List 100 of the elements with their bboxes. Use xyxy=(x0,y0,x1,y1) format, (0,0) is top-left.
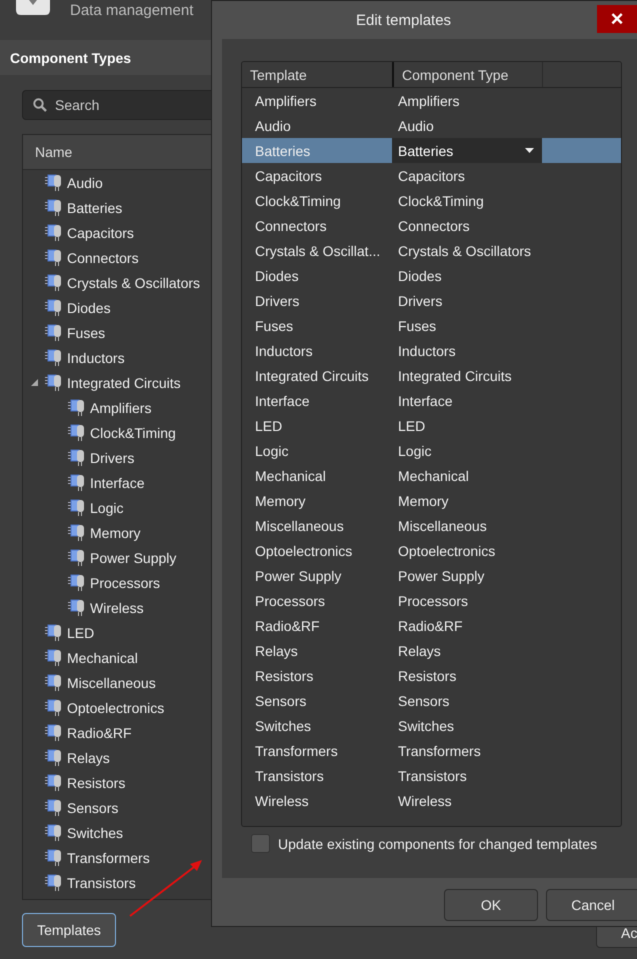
table-row[interactable]: Processors Processors xyxy=(242,588,621,613)
close-button[interactable]: × xyxy=(597,5,637,33)
template-cell-text: Logic xyxy=(254,442,290,461)
tree-item[interactable]: Optoelectronics xyxy=(67,700,164,716)
tree-item[interactable]: Interface xyxy=(90,474,144,490)
template-cell-text: Optoelectronics xyxy=(254,542,354,561)
template-cell-text: Interface xyxy=(254,392,310,410)
component-icon xyxy=(45,224,63,242)
template-cell-text: Processors xyxy=(254,592,326,610)
app-icon xyxy=(16,0,50,16)
component-icon xyxy=(45,674,63,692)
table-row[interactable]: Sensors Sensors xyxy=(242,688,621,713)
collapse-icon[interactable] xyxy=(31,379,38,386)
table-row[interactable]: Clock&Timing Clock&Timing xyxy=(242,188,621,213)
template-cell-text: Switches xyxy=(254,716,312,736)
template-cell-text: Radio&RF xyxy=(254,616,321,636)
table-row[interactable]: Batteries Batteries xyxy=(242,138,621,163)
template-cell-text: Transistors xyxy=(254,766,325,786)
component-icon xyxy=(45,748,63,766)
tree-item[interactable]: Switches xyxy=(67,824,124,840)
tree-item[interactable]: Integrated Circuits xyxy=(67,374,181,390)
table-row[interactable]: Inductors Inductors xyxy=(242,338,621,363)
component-icon xyxy=(45,174,63,192)
tree-item[interactable]: Transistors xyxy=(67,874,136,890)
tree-item[interactable]: Capacitors xyxy=(67,224,134,240)
templates-button[interactable]: Templates xyxy=(22,913,116,947)
tree-item[interactable]: Radio&RF xyxy=(67,724,132,740)
tree-item[interactable]: Drivers xyxy=(90,450,134,466)
tree-item[interactable]: Audio xyxy=(67,174,103,190)
type-cell-text: Drivers xyxy=(397,292,444,310)
tree-item[interactable]: Inductors xyxy=(67,350,125,366)
tree-item[interactable]: Crystals & Oscillators xyxy=(67,274,200,290)
table-row[interactable]: Audio Audio xyxy=(242,113,621,138)
table-row[interactable]: Relays Relays xyxy=(242,638,621,663)
template-cell-text: Miscellaneous xyxy=(254,516,345,536)
table-row[interactable]: Memory Memory xyxy=(242,488,621,513)
tree-item[interactable]: Batteries xyxy=(67,200,122,216)
tree-item[interactable]: Transformers xyxy=(67,850,150,866)
table-row[interactable]: Logic Logic xyxy=(242,438,621,463)
type-cell-text: Crystals & Oscillators xyxy=(397,242,532,261)
table-row[interactable]: Optoelectronics Optoelectronics xyxy=(242,538,621,563)
tree-item[interactable]: Diodes xyxy=(67,300,111,316)
tree-item[interactable]: Mechanical xyxy=(67,650,138,666)
table-row[interactable]: Power Supply Power Supply xyxy=(242,563,621,588)
type-cell-text: Integrated Circuits xyxy=(397,366,513,386)
type-cell-text: Logic xyxy=(397,442,432,461)
table-row[interactable]: Fuses Fuses xyxy=(242,313,621,338)
table-row[interactable]: Transformers Transformers xyxy=(242,738,621,763)
component-icon xyxy=(45,324,63,342)
table-row[interactable]: Transistors Transistors xyxy=(242,763,621,788)
tree-item[interactable]: Logic xyxy=(90,500,124,516)
tree-item[interactable]: Memory xyxy=(90,524,141,540)
table-row[interactable]: Interface Interface xyxy=(242,388,621,413)
template-cell-text: Relays xyxy=(254,642,299,661)
type-cell-text: Miscellaneous xyxy=(397,516,488,536)
table-row[interactable]: Switches Switches xyxy=(242,713,621,738)
type-cell-text: Inductors xyxy=(397,342,457,360)
template-cell-text: Power Supply xyxy=(254,566,342,586)
template-cell-text: Fuses xyxy=(254,316,294,336)
tree-item[interactable]: Processors xyxy=(90,574,160,590)
tree-item[interactable]: Wireless xyxy=(90,600,144,616)
dialog-button[interactable]: OK xyxy=(444,889,538,921)
table-row[interactable]: Connectors Connectors xyxy=(242,213,621,238)
table-row[interactable]: Drivers Drivers xyxy=(242,288,621,313)
type-cell-text: Transistors xyxy=(397,766,468,786)
column-header[interactable]: Name xyxy=(35,144,72,160)
tree-item[interactable]: Relays xyxy=(67,750,110,766)
tree-item[interactable]: Connectors xyxy=(67,250,139,266)
component-icon xyxy=(45,848,63,866)
table-row[interactable]: Mechanical Mechanical xyxy=(242,463,621,488)
tree-item[interactable]: Power Supply xyxy=(90,550,176,566)
template-cell-text: Clock&Timing xyxy=(254,192,342,211)
dialog-button[interactable]: Cancel xyxy=(546,889,637,921)
table-row[interactable]: Resistors Resistors xyxy=(242,663,621,688)
tree-item[interactable]: Fuses xyxy=(67,324,106,340)
table-row[interactable]: Diodes Diodes xyxy=(242,263,621,288)
tree-item[interactable]: Miscellaneous xyxy=(67,674,156,690)
table-row[interactable]: Integrated Circuits Integrated Circuits xyxy=(242,363,621,388)
table-row[interactable]: Capacitors Capacitors xyxy=(242,163,621,188)
component-icon xyxy=(45,824,63,842)
table-row[interactable]: Wireless Wireless xyxy=(242,788,621,813)
type-cell-text: LED xyxy=(397,416,426,436)
type-dropdown[interactable]: Batteries xyxy=(392,138,542,163)
table-row[interactable]: LED LED xyxy=(242,413,621,438)
component-icon xyxy=(45,648,63,666)
table-row[interactable]: Miscellaneous Miscellaneous xyxy=(242,513,621,538)
type-cell-text: Audio xyxy=(397,116,435,136)
table-row[interactable]: Radio&RF Radio&RF xyxy=(242,613,621,638)
table-row[interactable]: Crystals & Oscillat... Crystals & Oscillators xyxy=(242,238,621,263)
tree-item[interactable]: Amplifiers xyxy=(90,400,152,416)
type-cell-text: Interface xyxy=(397,392,454,410)
table-row[interactable]: Amplifiers Amplifiers xyxy=(242,88,621,113)
tree-item[interactable]: LED xyxy=(67,624,94,640)
template-cell-text: Crystals & Oscillat... xyxy=(254,242,382,261)
template-cell-text: Mechanical xyxy=(254,466,327,486)
tree-item[interactable]: Sensors xyxy=(67,800,118,816)
tree-item[interactable]: Clock&Timing xyxy=(90,424,176,440)
checkbox[interactable] xyxy=(251,834,270,853)
tree-item[interactable]: Resistors xyxy=(67,774,126,790)
column-header[interactable]: Component Type xyxy=(392,62,542,87)
